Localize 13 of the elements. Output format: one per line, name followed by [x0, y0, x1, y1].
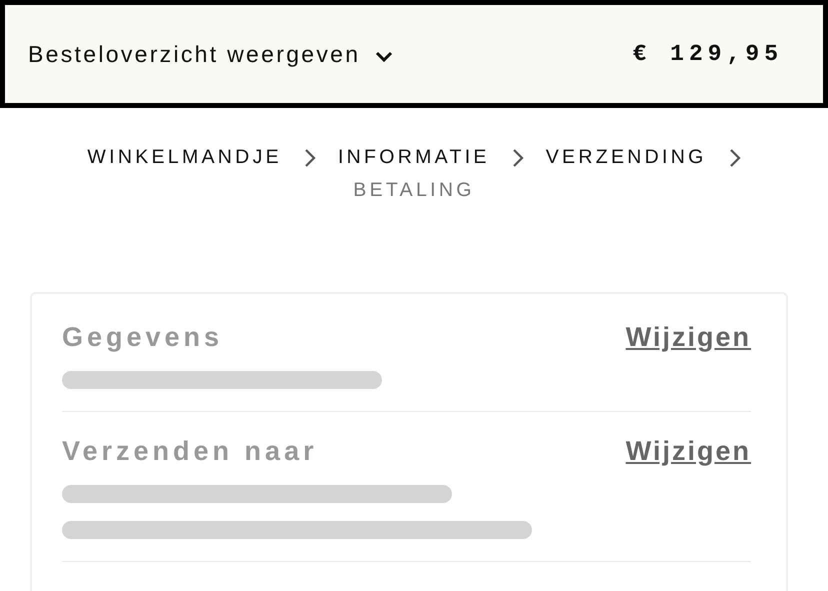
change-link[interactable]: Wijzigen	[626, 322, 751, 353]
order-summary-toggle[interactable]: Besteloverzicht weergeven	[28, 40, 394, 68]
breadcrumb-link[interactable]: BETALING	[353, 179, 475, 202]
breadcrumb-link[interactable]: WINKELMANDJE	[87, 146, 282, 169]
section-heading: Verzenden naar	[62, 436, 318, 467]
breadcrumb-link[interactable]: INFORMATIE	[338, 146, 490, 169]
chevron-right-icon	[728, 148, 741, 168]
section-heading: Gegevens	[62, 322, 224, 353]
change-link[interactable]: Wijzigen	[626, 436, 751, 467]
breadcrumb-link[interactable]: VERZENDING	[546, 146, 707, 169]
chevron-right-icon	[512, 148, 524, 168]
chevron-right-icon	[304, 148, 316, 168]
order-total: € 129,95	[632, 41, 783, 67]
